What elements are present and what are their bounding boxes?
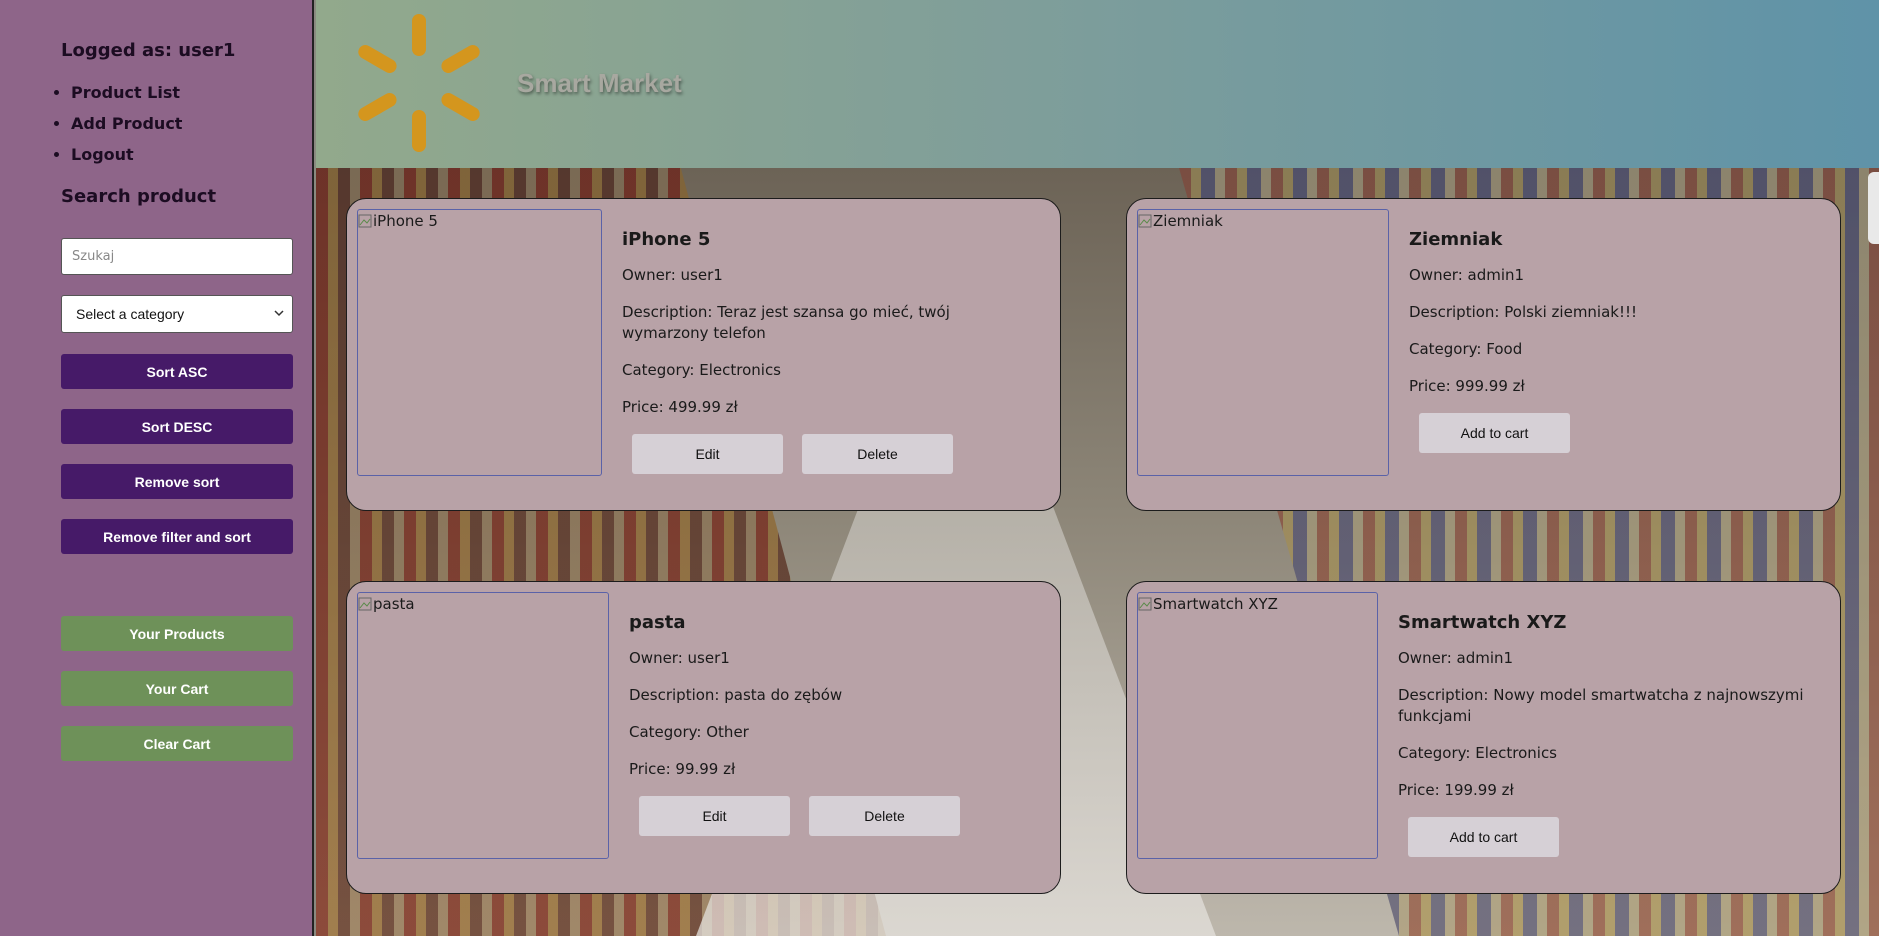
product-owner: Owner: user1 (622, 266, 723, 284)
product-image-alt: pasta (358, 595, 415, 613)
product-info: pasta Owner: user1 Description: pasta do… (629, 612, 1040, 836)
product-category: Category: Food (1409, 340, 1523, 358)
product-card: pasta pasta Owner: user1 Description: pa… (346, 581, 1061, 894)
product-info: iPhone 5 Owner: user1 Description: Teraz… (622, 229, 1040, 474)
product-name: iPhone 5 (622, 229, 711, 250)
product-price: Price: 99.99 zł (629, 760, 736, 778)
logged-user-label: Logged as: user1 (61, 40, 236, 61)
nav-item-add-product[interactable]: Add Product (71, 113, 182, 144)
product-name: Ziemniak (1409, 229, 1503, 250)
product-owner: Owner: admin1 (1398, 649, 1514, 667)
sort-asc-button[interactable]: Sort ASC (61, 354, 293, 389)
product-price: Price: 199.99 zł (1398, 781, 1514, 799)
nav-item-product-list[interactable]: Product List (71, 82, 182, 113)
product-card: Ziemniak Ziemniak Owner: admin1 Descript… (1126, 198, 1841, 511)
clear-cart-button[interactable]: Clear Cart (61, 726, 293, 761)
spark-logo-icon (358, 14, 480, 152)
product-category: Category: Electronics (622, 361, 782, 379)
sort-desc-button[interactable]: Sort DESC (61, 409, 293, 444)
product-image: pasta (357, 592, 609, 859)
product-image-alt: Ziemniak (1138, 212, 1223, 230)
product-image: Ziemniak (1137, 209, 1389, 476)
search-input[interactable] (61, 238, 293, 275)
edit-button[interactable]: Edit (632, 434, 783, 474)
delete-button[interactable]: Delete (802, 434, 953, 474)
product-name: Smartwatch XYZ (1398, 612, 1567, 633)
broken-image-icon (358, 214, 372, 228)
category-select-value: Select a category (76, 306, 185, 322)
your-products-button[interactable]: Your Products (61, 616, 293, 651)
product-name: pasta (629, 612, 686, 633)
sidebar: Logged as: user1 Product List Add Produc… (0, 0, 314, 936)
product-card: iPhone 5 iPhone 5 Owner: user1 Descripti… (346, 198, 1061, 511)
product-description: Description: Polski ziemniak!!! (1409, 303, 1638, 321)
product-category: Category: Electronics (1398, 744, 1558, 762)
brand-title: Smart Market (517, 68, 682, 98)
sidebar-nav: Product List Add Product Logout (71, 82, 182, 175)
add-to-cart-button[interactable]: Add to cart (1408, 817, 1559, 857)
product-image-alt: Smartwatch XYZ (1138, 595, 1278, 613)
category-select[interactable]: Select a category (61, 295, 293, 333)
remove-filter-sort-button[interactable]: Remove filter and sort (61, 519, 293, 554)
remove-sort-button[interactable]: Remove sort (61, 464, 293, 499)
product-owner: Owner: user1 (629, 649, 730, 667)
product-info: Ziemniak Owner: admin1 Description: Pols… (1409, 229, 1820, 453)
product-card: Smartwatch XYZ Smartwatch XYZ Owner: adm… (1126, 581, 1841, 894)
product-info: Smartwatch XYZ Owner: admin1 Description… (1398, 612, 1820, 857)
product-price: Price: 999.99 zł (1409, 377, 1525, 395)
product-category: Category: Other (629, 723, 749, 741)
delete-button[interactable]: Delete (809, 796, 960, 836)
header: Smart Market (316, 0, 1879, 168)
product-description: Description: Teraz jest szansa go mieć, … (622, 303, 950, 342)
search-title: Search product (61, 186, 217, 207)
product-description: Description: Nowy model smartwatcha z na… (1398, 686, 1804, 725)
edit-button[interactable]: Edit (639, 796, 790, 836)
product-image: Smartwatch XYZ (1137, 592, 1378, 859)
product-owner: Owner: admin1 (1409, 266, 1525, 284)
product-price: Price: 499.99 zł (622, 398, 738, 416)
chevron-down-icon (274, 310, 284, 317)
broken-image-icon (1138, 214, 1152, 228)
scrollbar-thumb[interactable] (1868, 172, 1879, 244)
add-to-cart-button[interactable]: Add to cart (1419, 413, 1570, 453)
your-cart-button[interactable]: Your Cart (61, 671, 293, 706)
broken-image-icon (1138, 597, 1152, 611)
nav-item-logout[interactable]: Logout (71, 144, 182, 175)
broken-image-icon (358, 597, 372, 611)
product-image: iPhone 5 (357, 209, 602, 476)
product-image-alt: iPhone 5 (358, 212, 438, 230)
product-description: Description: pasta do zębów (629, 686, 843, 704)
